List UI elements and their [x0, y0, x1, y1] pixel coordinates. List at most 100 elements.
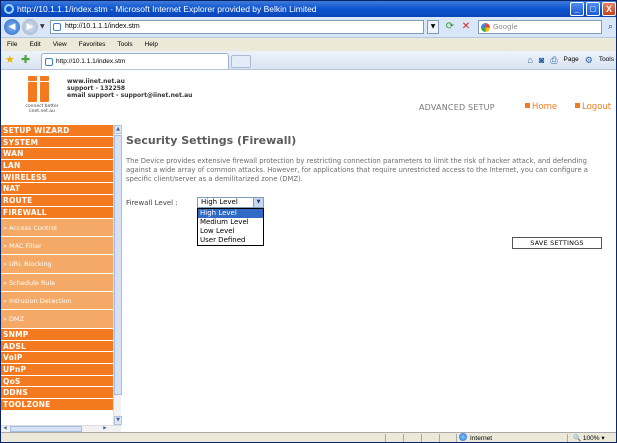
sidebar-subitem-access-control[interactable]: » Access Control: [1, 218, 113, 237]
ie-logo-icon: [4, 4, 14, 14]
google-icon: [481, 23, 490, 32]
sidebar-item-firewall[interactable]: FIREWALL: [1, 206, 113, 219]
tools-gear-icon: ⚙: [584, 55, 593, 65]
print-icon[interactable]: ⎙: [550, 53, 557, 67]
sidebar-item-system[interactable]: SYSTEM: [1, 136, 113, 149]
scroll-down-icon[interactable]: ▼: [114, 416, 122, 425]
sidebar-horizontal-scrollbar[interactable]: ◀ ▶: [1, 425, 121, 432]
firewall-level-select[interactable]: High Level ▼: [197, 197, 264, 208]
forward-button[interactable]: ▶: [22, 19, 38, 35]
option-user-defined[interactable]: User Defined: [198, 236, 263, 245]
tab-active[interactable]: http://10.1.1.1/index.stm: [41, 53, 229, 69]
sidebar-item-lan[interactable]: LAN: [1, 160, 113, 172]
search-placeholder: Google: [493, 23, 518, 31]
option-medium-level[interactable]: Medium Level: [198, 218, 263, 227]
sidebar-item-setup-wizard[interactable]: SETUP WIZARD: [1, 125, 113, 137]
sidebar-item-upnp[interactable]: UPnP: [1, 363, 113, 376]
save-settings-button[interactable]: SAVE SETTINGS: [512, 237, 602, 249]
refresh-icon[interactable]: ⟳: [443, 20, 457, 34]
firewall-level-label: Firewall Level :: [126, 199, 178, 207]
favorites-star-icon[interactable]: ★: [5, 53, 15, 67]
security-zone: Internet: [459, 433, 493, 442]
logout-link[interactable]: Logout: [575, 102, 611, 112]
menu-help[interactable]: Help: [145, 38, 158, 51]
scroll-thumb[interactable]: [114, 135, 122, 395]
address-toolbar: ◀ ▶ ▼ http://10.1.1.1/index.stm ▼ ⟳ ✕ Go…: [1, 17, 616, 38]
support-phone: support - 132258: [67, 85, 126, 92]
sidebar-subitem-intrusion-detection[interactable]: » Intrusion Detection: [1, 292, 113, 311]
menu-favorites[interactable]: Favorites: [79, 38, 106, 51]
sidebar-nav: SETUP WIZARD SYSTEM WAN LAN WIRELESS NAT…: [1, 125, 113, 425]
recent-pages-dropdown-icon[interactable]: ▼: [40, 23, 45, 30]
sidebar-vertical-scrollbar[interactable]: ▲ ▼: [113, 125, 122, 425]
home-link[interactable]: Home: [525, 102, 557, 112]
search-icon[interactable]: ⌕: [604, 20, 616, 34]
window-title: http://10.1.1.1/index.stm - Microsoft In…: [17, 4, 317, 14]
sidebar-item-wireless[interactable]: WIRELESS: [1, 171, 113, 184]
new-tab-button[interactable]: [231, 55, 251, 68]
logout-link-label: Logout: [582, 102, 612, 112]
address-input[interactable]: http://10.1.1.1/index.stm: [50, 20, 424, 34]
sidebar-item-qos[interactable]: QoS: [1, 375, 113, 388]
sidebar-item-route[interactable]: ROUTE: [1, 195, 113, 207]
back-button[interactable]: ◀: [4, 19, 20, 35]
menu-file[interactable]: File: [7, 38, 17, 51]
add-favorites-icon[interactable]: ✚: [21, 53, 30, 67]
command-bar: ⌂ ◙ ⎙ Page ⚙ Tools: [527, 53, 614, 67]
sidebar-item-ddns[interactable]: DDNS: [1, 387, 113, 399]
support-email: email support - support@iinet.net.au: [67, 92, 193, 99]
sidebar-item-snmp[interactable]: SNMP: [1, 328, 113, 341]
zone-label: Internet: [470, 435, 493, 442]
address-text: http://10.1.1.1/index.stm: [65, 23, 140, 30]
tools-menu[interactable]: Tools: [599, 53, 614, 67]
feeds-icon[interactable]: ◙: [539, 53, 544, 67]
sidebar-item-voip[interactable]: VoIP: [1, 352, 113, 364]
firewall-level-value: High Level: [201, 198, 238, 206]
scroll-up-icon[interactable]: ▲: [114, 125, 122, 134]
contact-info: www.iinet.net.au support - 132258 email …: [67, 78, 192, 99]
sidebar-item-nat[interactable]: NAT: [1, 183, 113, 196]
website-text: www.iinet.net.au: [67, 78, 125, 85]
sidebar-subitem-mac-filter[interactable]: » MAC Filter: [1, 236, 113, 256]
sidebar-subitem-url-blocking[interactable]: » URL Blocking: [1, 255, 113, 274]
title-bar: http://10.1.1.1/index.stm - Microsoft In…: [1, 1, 616, 17]
sidebar-item-wan[interactable]: WAN: [1, 148, 113, 161]
page-viewport: connect better iinet.net.au www.iinet.ne…: [1, 70, 616, 432]
zoom-icon: 🔍: [573, 435, 583, 442]
firewall-level-options: High Level Medium Level Low Level User D…: [197, 208, 264, 246]
page-icon: [53, 23, 61, 31]
router-header: connect better iinet.net.au www.iinet.ne…: [1, 70, 616, 123]
main-content: Security Settings (Firewall) The Device …: [126, 128, 612, 249]
sidebar-subitem-schedule-rule[interactable]: » Schedule Rule: [1, 273, 113, 293]
address-dropdown-icon[interactable]: ▼: [427, 20, 439, 34]
tab-page-icon: [45, 58, 53, 66]
maximize-button[interactable]: □: [586, 2, 600, 16]
sidebar-item-adsl[interactable]: ADSL: [1, 340, 113, 353]
sidebar-item-toolzone[interactable]: TOOLZONE: [1, 398, 113, 411]
zoom-dropdown-icon[interactable]: ▾: [600, 435, 604, 442]
minimize-button[interactable]: _: [570, 2, 584, 16]
zoom-value: 100%: [582, 435, 600, 442]
page-title: Security Settings (Firewall): [126, 134, 297, 147]
menu-bar: File Edit View Favorites Tools Help: [1, 38, 616, 51]
option-low-level[interactable]: Low Level: [198, 227, 263, 236]
page-menu[interactable]: Page: [564, 53, 579, 67]
stop-icon[interactable]: ✕: [459, 20, 473, 34]
close-button[interactable]: X: [602, 2, 616, 16]
advanced-setup-label: ADVANCED SETUP: [419, 103, 495, 112]
option-high-level[interactable]: High Level: [198, 209, 263, 218]
tab-bar: ★ ✚ http://10.1.1.1/index.stm ⌂ ◙ ⎙ Page…: [1, 51, 616, 70]
menu-view[interactable]: View: [53, 38, 67, 51]
menu-edit[interactable]: Edit: [29, 38, 40, 51]
logo-domain: iinet.net.au: [29, 109, 55, 114]
home-icon[interactable]: ⌂: [527, 53, 532, 67]
chevron-down-icon[interactable]: ▼: [253, 198, 263, 207]
tab-title: http://10.1.1.1/index.stm: [56, 58, 126, 65]
sidebar-subitem-dmz[interactable]: » DMZ: [1, 310, 113, 329]
browser-window: http://10.1.1.1/index.stm - Microsoft In…: [0, 0, 617, 443]
zoom-level[interactable]: 🔍 100% ▾: [573, 433, 605, 442]
globe-icon: [459, 433, 467, 441]
search-input[interactable]: Google: [478, 20, 602, 34]
menu-tools[interactable]: Tools: [117, 38, 132, 51]
window-controls: _ □ X: [570, 2, 616, 16]
